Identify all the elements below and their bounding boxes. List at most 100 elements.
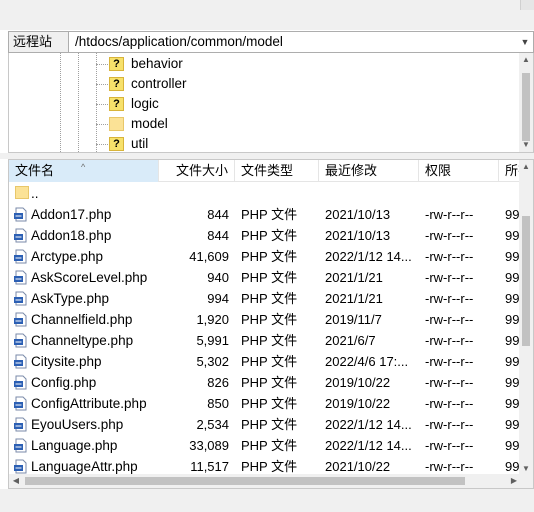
file-permissions: -rw-r--r--	[425, 396, 474, 411]
file-row[interactable]: AskType.php 994 PHP 文件 2021/1/21 -rw-r--r-- 9…	[9, 288, 530, 309]
scroll-up-icon[interactable]: ▲	[519, 53, 533, 67]
file-name: Channelfield.php	[31, 312, 133, 327]
file-modified: 2021/10/13	[325, 207, 391, 222]
remote-path-input[interactable]	[73, 32, 511, 52]
chevron-down-icon[interactable]: ▼	[517, 32, 533, 52]
php-file-icon	[14, 228, 27, 243]
file-name: Citysite.php	[31, 354, 102, 369]
file-name: Addon17.php	[31, 207, 112, 222]
file-row[interactable]: AskScoreLevel.php 940 PHP 文件 2021/1/21 -rw-r…	[9, 267, 530, 288]
tree-item-label: util	[131, 136, 149, 151]
file-type: PHP 文件	[241, 207, 298, 222]
column-header-owner[interactable]: 所有	[499, 160, 521, 182]
unknown-folder-icon: ?	[109, 77, 124, 91]
file-modified: 2022/1/12 14...	[325, 249, 412, 264]
file-row[interactable]: Language.php 33,089 PHP 文件 2022/1/12 14... -…	[9, 435, 530, 456]
file-row[interactable]: ConfigAttribute.php 850 PHP 文件 2019/10/22 -r…	[9, 393, 530, 414]
column-header-type[interactable]: 文件类型	[235, 160, 319, 182]
column-header-name[interactable]: 文件名 ^	[9, 160, 159, 182]
parent-directory-row[interactable]: ..	[9, 183, 521, 204]
scroll-thumb[interactable]	[522, 216, 530, 346]
file-name: Addon18.php	[31, 228, 112, 243]
file-size: 850	[207, 396, 229, 411]
tree-item-label: controller	[131, 76, 187, 91]
column-header-label: 文件类型	[241, 163, 294, 178]
column-header-label: 最近修改	[325, 163, 378, 178]
file-modified: 2021/1/21	[325, 270, 383, 285]
file-size: 844	[207, 228, 229, 243]
file-modified: 2019/10/22	[325, 396, 391, 411]
file-permissions: -rw-r--r--	[425, 291, 474, 306]
file-size: 1,920	[196, 312, 229, 327]
file-type: PHP 文件	[241, 375, 298, 390]
php-file-icon	[14, 354, 27, 369]
file-size: 994	[207, 291, 229, 306]
window-edge-button[interactable]	[520, 0, 534, 10]
file-row[interactable]: Channeltype.php 5,991 PHP 文件 2021/6/7 -rw-r-…	[9, 330, 530, 351]
tree-item-util[interactable]: ? util	[9, 134, 519, 152]
file-name: AskScoreLevel.php	[31, 270, 148, 285]
file-list-horizontal-scrollbar[interactable]: ◀ ▶	[9, 474, 521, 488]
tree-item-label: model	[129, 114, 170, 134]
file-row[interactable]: Arctype.php 41,609 PHP 文件 2022/1/12 14... -r…	[9, 246, 530, 267]
file-row[interactable]: Config.php 826 PHP 文件 2019/10/22 -rw-r--r-- 9…	[9, 372, 530, 393]
file-size: 33,089	[189, 438, 229, 453]
column-header-permissions[interactable]: 权限	[419, 160, 499, 182]
remote-site-path-bar: 远程站点: ▼	[8, 31, 534, 69]
file-row[interactable]: EyouUsers.php 2,534 PHP 文件 2022/1/12 14... -…	[9, 414, 530, 435]
file-row[interactable]: Citysite.php 5,302 PHP 文件 2022/4/6 17:... -r…	[9, 351, 530, 372]
tree-item-model[interactable]: model	[9, 114, 519, 134]
php-file-icon	[14, 249, 27, 264]
file-row[interactable]: Addon18.php 844 PHP 文件 2021/10/13 -rw-r--r--…	[9, 225, 530, 246]
file-permissions: -rw-r--r--	[425, 417, 474, 432]
file-permissions: -rw-r--r--	[425, 270, 474, 285]
file-type: PHP 文件	[241, 354, 298, 369]
sort-ascending-icon: ^	[81, 162, 86, 172]
file-type: PHP 文件	[241, 417, 298, 432]
php-file-icon	[14, 270, 27, 285]
scroll-up-icon[interactable]: ▲	[519, 160, 533, 174]
php-file-icon	[14, 207, 27, 222]
file-permissions: -rw-r--r--	[425, 375, 474, 390]
remote-site-label: 远程站点:	[9, 32, 69, 69]
file-modified: 2019/11/7	[325, 312, 382, 327]
file-permissions: -rw-r--r--	[425, 207, 474, 222]
tree-item-logic[interactable]: ? logic	[9, 94, 519, 114]
file-name: AskType.php	[31, 291, 110, 306]
file-type: PHP 文件	[241, 396, 298, 411]
php-file-icon	[14, 396, 27, 411]
scroll-thumb[interactable]	[522, 73, 530, 141]
file-permissions: -rw-r--r--	[425, 228, 474, 243]
file-row[interactable]: Channelfield.php 1,920 PHP 文件 2019/11/7 -rw-…	[9, 309, 530, 330]
tree-item-controller[interactable]: ? controller	[9, 74, 519, 94]
php-file-icon	[14, 459, 27, 474]
tree-item-label: behavior	[131, 56, 183, 71]
column-header-size[interactable]: 文件大小	[159, 160, 235, 182]
file-type: PHP 文件	[241, 312, 298, 327]
column-header-label: 文件大小	[175, 163, 228, 178]
file-list-vertical-scrollbar[interactable]: ▲ ▼	[519, 160, 533, 476]
tree-item-behavior[interactable]: ? behavior	[9, 54, 519, 74]
file-permissions: -rw-r--r--	[425, 333, 474, 348]
file-name: ..	[31, 186, 39, 201]
file-modified: 2022/4/6 17:...	[325, 354, 409, 369]
file-type: PHP 文件	[241, 270, 298, 285]
file-name: Config.php	[31, 375, 97, 390]
file-modified: 2021/6/7	[325, 333, 376, 348]
folder-icon	[15, 186, 29, 199]
file-type: PHP 文件	[241, 333, 298, 348]
scroll-left-icon[interactable]: ◀	[9, 474, 23, 488]
file-name: Arctype.php	[31, 249, 104, 264]
tree-vertical-scrollbar[interactable]: ▲ ▼	[519, 53, 533, 152]
scroll-down-icon[interactable]: ▼	[519, 138, 533, 152]
file-row[interactable]: Addon17.php 844 PHP 文件 2021/10/13 -rw-r--r--…	[9, 204, 530, 225]
file-size: 5,991	[196, 333, 229, 348]
top-toolbar-strip	[0, 0, 534, 30]
file-size: 2,534	[196, 417, 229, 432]
file-modified: 2022/1/12 14...	[325, 417, 412, 432]
tree-item-label: logic	[131, 96, 159, 111]
column-header-modified[interactable]: 最近修改	[319, 160, 419, 182]
column-header-label: 权限	[425, 163, 452, 178]
file-type: PHP 文件	[241, 249, 298, 264]
scroll-thumb[interactable]	[25, 477, 465, 485]
